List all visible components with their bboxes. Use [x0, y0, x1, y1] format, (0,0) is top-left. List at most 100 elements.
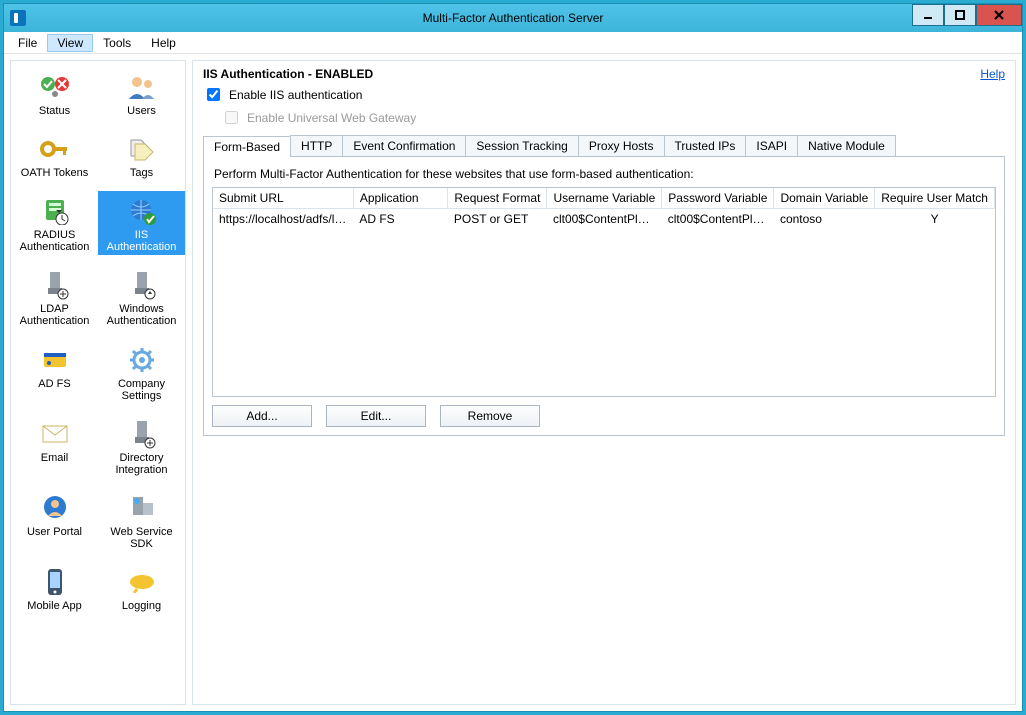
key-icon: [39, 133, 71, 165]
windows-auth-icon: [126, 269, 158, 301]
help-link[interactable]: Help: [980, 67, 1005, 81]
directory-icon: [126, 418, 158, 450]
sidebar-item-label: Email: [41, 452, 69, 464]
tab-body: Perform Multi-Factor Authentication for …: [203, 157, 1005, 436]
table-header-row: Submit URL Application Request Format Us…: [213, 188, 995, 209]
edit-button[interactable]: Edit...: [326, 405, 426, 427]
col-require-match[interactable]: Require User Match: [875, 188, 995, 209]
col-password-var[interactable]: Password Variable: [662, 188, 774, 209]
menu-tools[interactable]: Tools: [93, 34, 141, 52]
sidebar-item-tags[interactable]: Tags: [98, 129, 185, 181]
col-submit-url[interactable]: Submit URL: [213, 188, 353, 209]
remove-button[interactable]: Remove: [440, 405, 540, 427]
logging-icon: [126, 566, 158, 598]
sidebar-item-label: LDAP Authentication: [13, 303, 96, 327]
tab-isapi[interactable]: ISAPI: [745, 135, 798, 156]
menubar: File View Tools Help: [4, 32, 1022, 54]
tab-proxy-hosts[interactable]: Proxy Hosts: [578, 135, 665, 156]
app-icon: [10, 10, 26, 26]
col-username-var[interactable]: Username Variable: [547, 188, 662, 209]
col-application[interactable]: Application: [353, 188, 448, 209]
iis-icon: [126, 195, 158, 227]
enable-iis-checkbox[interactable]: [207, 88, 220, 101]
add-button[interactable]: Add...: [212, 405, 312, 427]
header-row: IIS Authentication - ENABLED Help: [203, 67, 1005, 81]
menu-view[interactable]: View: [47, 34, 93, 52]
enable-uwg-label: Enable Universal Web Gateway: [247, 111, 416, 125]
cell-username-var: clt00$ContentPlac...: [547, 209, 662, 230]
titlebar: Multi-Factor Authentication Server: [4, 4, 1022, 32]
cell-password-var: clt00$ContentPla...: [662, 209, 774, 230]
menu-file[interactable]: File: [8, 34, 47, 52]
tab-form-based[interactable]: Form-Based: [203, 136, 291, 157]
sidebar-item-label: AD FS: [38, 378, 70, 390]
user-portal-icon: [39, 492, 71, 524]
tab-native-module[interactable]: Native Module: [797, 135, 896, 156]
sidebar-item-label: Tags: [130, 167, 153, 179]
sidebar-item-adfs[interactable]: AD FS: [11, 340, 98, 404]
close-icon: [993, 10, 1005, 20]
maximize-button[interactable]: [944, 4, 976, 26]
enable-uwg-row: Enable Universal Web Gateway: [221, 108, 1005, 127]
sidebar-item-oath-tokens[interactable]: OATH Tokens: [11, 129, 98, 181]
sidebar-item-label: Windows Authentication: [100, 303, 183, 327]
window-buttons: [912, 4, 1022, 26]
sidebar-item-mobile-app[interactable]: Mobile App: [11, 562, 98, 614]
app-window: Multi-Factor Authentication Server File …: [3, 3, 1023, 712]
tab-trusted-ips[interactable]: Trusted IPs: [664, 135, 747, 156]
sidebar-item-users[interactable]: Users: [98, 67, 185, 119]
minimize-icon: [923, 10, 933, 20]
cell-request-format: POST or GET: [448, 209, 547, 230]
radius-icon: [39, 195, 71, 227]
sidebar-item-email[interactable]: Email: [11, 414, 98, 478]
enable-iis-label: Enable IIS authentication: [229, 88, 362, 102]
sidebar-item-label: Status: [39, 105, 70, 117]
sidebar-item-label: Directory Integration: [100, 452, 183, 476]
sidebar-item-iis-auth[interactable]: IIS Authentication: [98, 191, 185, 255]
tab-session-tracking[interactable]: Session Tracking: [465, 135, 578, 156]
mobile-icon: [39, 566, 71, 598]
users-icon: [126, 71, 158, 103]
sidebar-item-ldap-auth[interactable]: LDAP Authentication: [11, 265, 98, 329]
page-title: IIS Authentication - ENABLED: [203, 67, 373, 81]
sidebar-item-label: Company Settings: [100, 378, 183, 402]
table-row[interactable]: https://localhost/adfs/ls/l... AD FS POS…: [213, 209, 995, 230]
sidebar-item-label: User Portal: [27, 526, 82, 538]
cell-submit-url: https://localhost/adfs/ls/l...: [213, 209, 353, 230]
col-domain-var[interactable]: Domain Variable: [774, 188, 875, 209]
gear-icon: [126, 344, 158, 376]
sidebar-item-status[interactable]: Status: [11, 67, 98, 119]
main-pane: IIS Authentication - ENABLED Help Enable…: [192, 60, 1016, 705]
ldap-icon: [39, 269, 71, 301]
tags-icon: [126, 133, 158, 165]
col-request-format[interactable]: Request Format: [448, 188, 547, 209]
instruction-text: Perform Multi-Factor Authentication for …: [214, 167, 996, 181]
sidebar-grid: Status Users OATH Tokens: [11, 67, 185, 614]
sidebar-item-label: Mobile App: [27, 600, 81, 612]
close-button[interactable]: [976, 4, 1022, 26]
minimize-button[interactable]: [912, 4, 944, 26]
sidebar-item-label: RADIUS Authentication: [13, 229, 96, 253]
cell-require-match: Y: [875, 209, 995, 230]
email-icon: [39, 418, 71, 450]
sidebar-item-user-portal[interactable]: User Portal: [11, 488, 98, 552]
sidebar-item-directory-integration[interactable]: Directory Integration: [98, 414, 185, 478]
sdk-icon: [126, 492, 158, 524]
adfs-icon: [39, 344, 71, 376]
websites-table-wrap[interactable]: Submit URL Application Request Format Us…: [212, 187, 996, 397]
tab-http[interactable]: HTTP: [290, 135, 343, 156]
enable-iis-row[interactable]: Enable IIS authentication: [203, 85, 1005, 104]
sidebar-item-radius-auth[interactable]: RADIUS Authentication: [11, 191, 98, 255]
sidebar-item-company-settings[interactable]: Company Settings: [98, 340, 185, 404]
sidebar-item-web-service-sdk[interactable]: Web Service SDK: [98, 488, 185, 552]
button-row: Add... Edit... Remove: [212, 405, 996, 427]
maximize-icon: [955, 10, 965, 20]
sidebar-item-logging[interactable]: Logging: [98, 562, 185, 614]
sidebar-item-windows-auth[interactable]: Windows Authentication: [98, 265, 185, 329]
sidebar-item-label: Web Service SDK: [100, 526, 183, 550]
tabstrip: Form-Based HTTP Event Confirmation Sessi…: [203, 135, 1005, 157]
cell-application: AD FS: [353, 209, 448, 230]
status-icon: [39, 71, 71, 103]
menu-help[interactable]: Help: [141, 34, 186, 52]
tab-event-confirmation[interactable]: Event Confirmation: [342, 135, 466, 156]
